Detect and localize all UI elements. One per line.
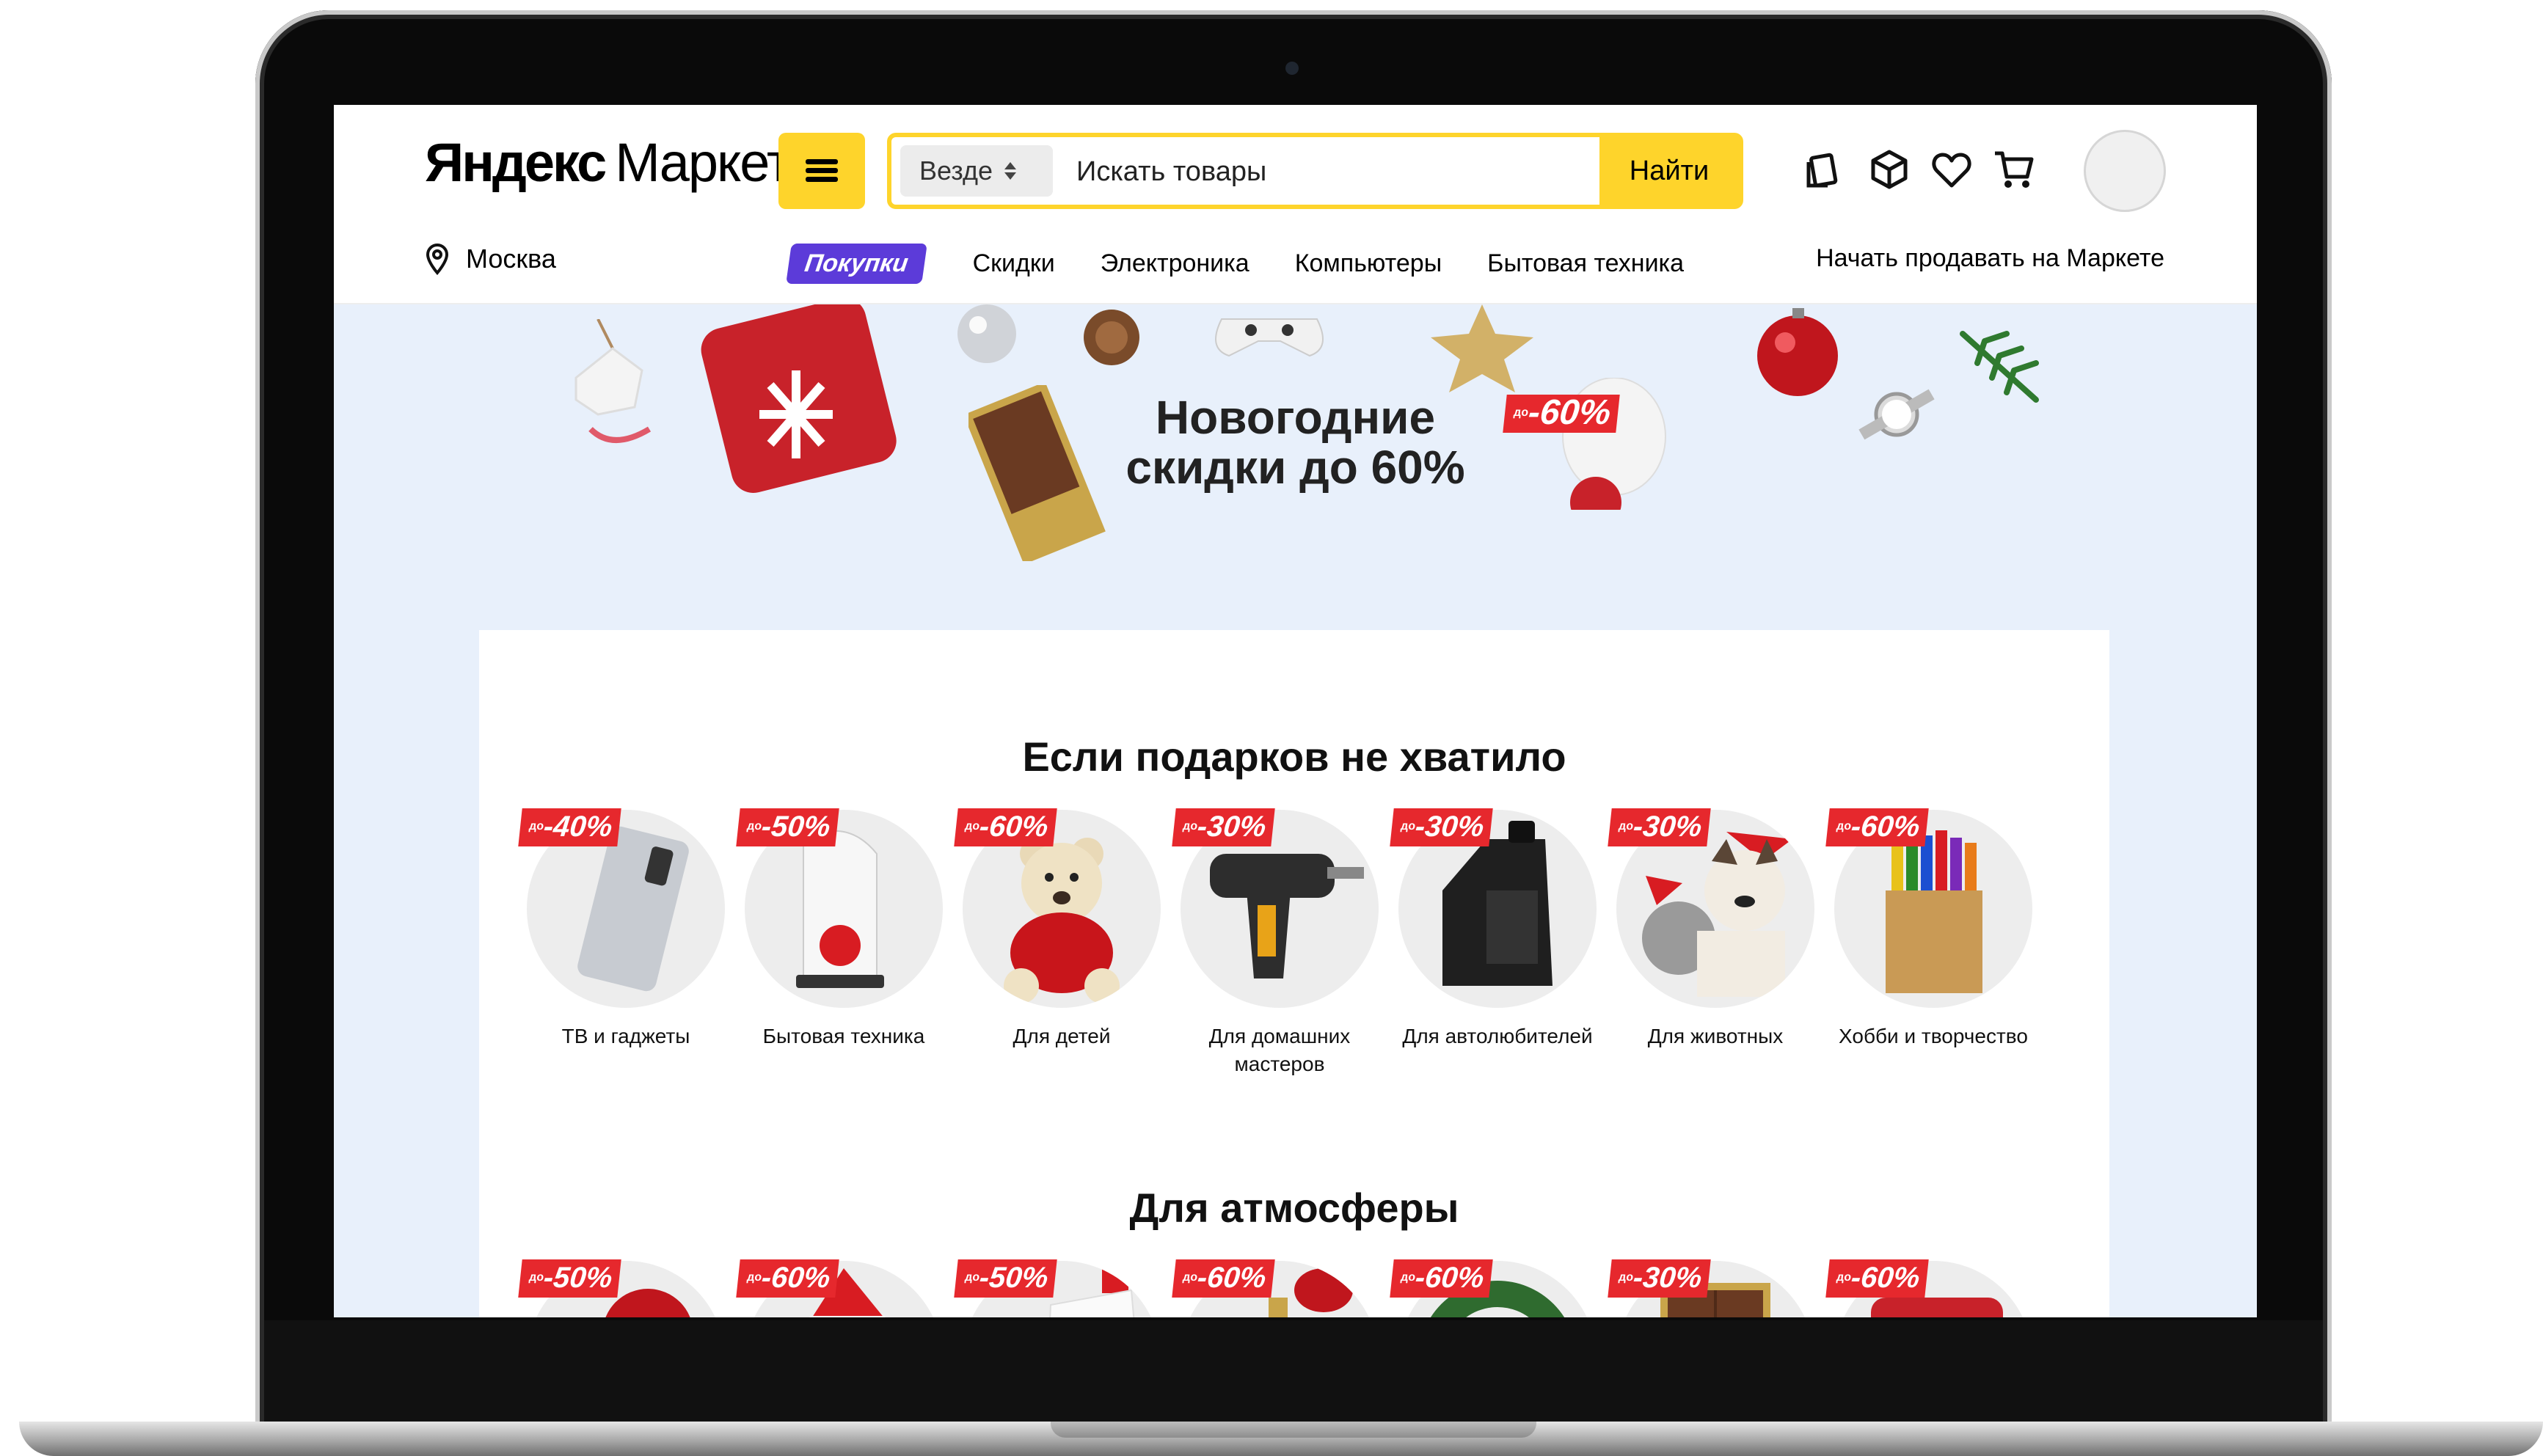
laptop-chin <box>264 1320 2323 1422</box>
avatar[interactable] <box>2084 130 2166 212</box>
category-perfume[interactable]: до-60% <box>1172 1259 1382 1317</box>
laptop-notch <box>1051 1422 1536 1438</box>
category-hobby-crafts[interactable]: до-60% Хобби и творчество <box>1825 808 2036 1050</box>
sale-badge: до-30% <box>1390 808 1494 846</box>
banner-sale-badge: до-60% <box>1503 393 1621 434</box>
banner-title: Новогодние скидки до 60% <box>334 392 2257 492</box>
camera-dot <box>1285 62 1299 75</box>
sale-badge: до-50% <box>954 1259 1058 1298</box>
search-scope-select[interactable]: Везде <box>900 145 1053 197</box>
category-label: Бытовая техника <box>762 1025 925 1047</box>
gold-star-icon <box>1431 304 1533 392</box>
category-label: Для животных <box>1647 1025 1784 1047</box>
sale-badge: до-50% <box>736 808 840 846</box>
package-icon[interactable] <box>1867 147 1911 191</box>
sale-badge: до-60% <box>1825 1259 1930 1298</box>
sale-badge: до-60% <box>1390 1259 1494 1298</box>
category-sweets[interactable]: до-30% <box>1608 1259 1818 1317</box>
category-cleaning[interactable]: до-50% <box>954 1259 1164 1317</box>
sale-badge: до-30% <box>1608 808 1712 846</box>
main-nav: Покупки Скидки Электроника Компьютеры Бы… <box>786 241 1684 285</box>
section-title-atmosphere: Для атмосферы <box>1129 1185 1459 1231</box>
category-pets[interactable]: до-30% Для животных <box>1608 808 1818 1050</box>
category-santa[interactable]: до-60% <box>736 1259 946 1317</box>
category-kids[interactable]: до-60% Для детей <box>954 808 1164 1050</box>
catalog-button[interactable] <box>778 133 865 209</box>
site-header: Яндекс Маркет Везде Найти <box>334 105 2257 304</box>
section-title-gifts: Если подарков не хватило <box>1022 734 1566 780</box>
pinecone-icon <box>1084 310 1139 365</box>
nav-item-appliances[interactable]: Бытовая техника <box>1487 249 1684 278</box>
category-label: ТВ и гаджеты <box>561 1025 690 1047</box>
red-bauble-icon <box>1757 308 1838 396</box>
start-selling-link[interactable]: Начать продавать на Маркете <box>1816 244 2164 273</box>
silver-bauble-icon <box>957 304 1016 363</box>
category-car-lovers[interactable]: до-30% Для автолюбителей <box>1390 808 1600 1050</box>
search-scope-value: Везде <box>919 156 993 186</box>
category-label: Для автолюбителей <box>1402 1025 1593 1047</box>
categories-container: Если подарков не хватило до-40% ТВ и гад… <box>479 630 2109 1317</box>
region-label: Москва <box>466 244 556 274</box>
orders-icon[interactable] <box>1801 147 1845 191</box>
category-home-masters[interactable]: до-30% Для домашних мастеров <box>1172 808 1382 1078</box>
menu-icon <box>806 159 838 183</box>
sale-badge: до-60% <box>736 1259 840 1298</box>
region-selector[interactable]: Москва <box>425 241 556 277</box>
banner-title-line1: Новогодние <box>1155 391 1436 444</box>
category-label: Хобби и творчество <box>1839 1025 2028 1047</box>
cart-icon[interactable] <box>1992 147 2036 191</box>
sort-arrows-icon <box>1004 162 1016 180</box>
sale-badge: до-50% <box>518 1259 622 1298</box>
gamepad-icon <box>1215 318 1324 357</box>
sale-badge: до-60% <box>1172 1259 1276 1298</box>
search-box: Везде Найти <box>887 133 1743 209</box>
sale-badge: до-60% <box>1825 808 1930 846</box>
category-tv-gadgets[interactable]: до-40% ТВ и гаджеты <box>518 808 729 1050</box>
nav-item-purchases[interactable]: Покупки <box>786 243 927 284</box>
favorites-heart-icon[interactable] <box>1930 147 1974 191</box>
logo[interactable]: Яндекс Маркет <box>425 131 792 205</box>
nav-item-electronics[interactable]: Электроника <box>1101 249 1249 278</box>
nav-item-computers[interactable]: Компьютеры <box>1295 249 1442 278</box>
sale-badge: до-30% <box>1172 808 1276 846</box>
category-label: Для домашних мастеров <box>1208 1025 1351 1075</box>
category-candles[interactable]: до-60% <box>1390 1259 1600 1317</box>
banner-title-line2: скидки до 60% <box>1125 441 1465 494</box>
nav-item-discounts[interactable]: Скидки <box>973 249 1055 278</box>
location-pin-icon <box>426 244 449 275</box>
sale-badge: до-40% <box>518 808 622 846</box>
category-label: Для детей <box>1013 1025 1111 1047</box>
category-home-appliances[interactable]: до-50% Бытовая техника <box>736 808 946 1050</box>
logo-market: Маркет <box>615 132 792 193</box>
browser-screen: Яндекс Маркет Везде Найти <box>334 105 2257 1317</box>
search-button[interactable]: Найти <box>1599 137 1739 205</box>
sale-badge: до-60% <box>954 808 1058 846</box>
category-clothes[interactable]: до-60% <box>1825 1259 2036 1317</box>
sale-badge: до-60% <box>1503 393 1620 433</box>
logo-yandex: Яндекс <box>425 132 607 193</box>
category-ornaments[interactable]: до-50% <box>518 1259 729 1317</box>
sale-badge: до-30% <box>1608 1259 1712 1298</box>
search-input[interactable] <box>1075 144 1533 199</box>
